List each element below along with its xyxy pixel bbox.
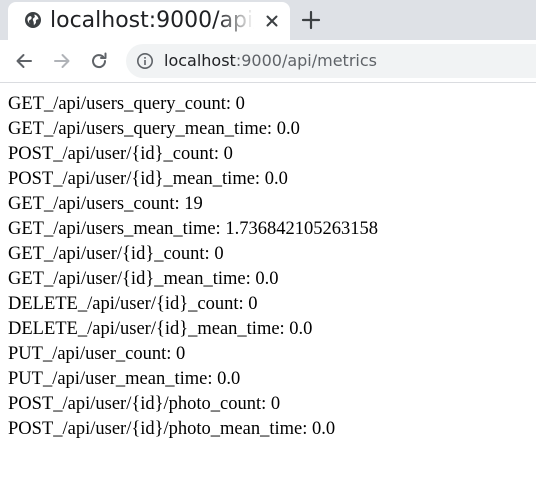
address-bar[interactable]: localhost:9000/api/metrics [126, 44, 536, 78]
metric-line: PUT_/api/user_mean_time: 0.0 [8, 369, 241, 389]
globe-icon [24, 11, 42, 29]
tab-strip: localhost:9000/api/metrics [0, 0, 536, 40]
metric-line: GET_/api/user/{id}_count: 0 [8, 244, 224, 264]
metric-line: GET_/api/users_mean_time: 1.736842105263… [8, 219, 378, 239]
plus-icon[interactable] [299, 8, 323, 32]
metric-line: POST_/api/user/{id}_count: 0 [8, 144, 233, 164]
arrow-right-icon[interactable] [50, 49, 74, 73]
info-icon[interactable] [136, 52, 154, 70]
browser-window: localhost:9000/api/metrics [0, 0, 536, 502]
tab-title: localhost:9000/api/metrics [50, 8, 254, 33]
tab-active[interactable]: localhost:9000/api/metrics [8, 2, 290, 40]
reload-icon[interactable] [87, 49, 111, 73]
metric-line: GET_/api/users_query_count: 0 [8, 94, 245, 114]
metric-line: DELETE_/api/user/{id}_count: 0 [8, 294, 258, 314]
close-icon[interactable] [262, 11, 282, 31]
toolbar: localhost:9000/api/metrics [0, 40, 536, 83]
metric-line: GET_/api/users_query_mean_time: 0.0 [8, 119, 300, 139]
metric-line: GET_/api/users_count: 19 [8, 194, 203, 214]
metric-line: DELETE_/api/user/{id}_mean_time: 0.0 [8, 319, 313, 339]
metric-line: POST_/api/user/{id}/photo_mean_time: 0.0 [8, 419, 336, 439]
url-path: :9000/api/metrics [235, 51, 377, 70]
arrow-left-icon[interactable] [12, 49, 36, 73]
url-host: localhost [164, 51, 236, 70]
metric-line: POST_/api/user/{id}_mean_time: 0.0 [8, 169, 288, 189]
metrics-content: GET_/api/users_query_count: 0 GET_/api/u… [8, 92, 528, 442]
url-text[interactable]: localhost:9000/api/metrics [164, 44, 377, 78]
metric-line: GET_/api/user/{id}_mean_time: 0.0 [8, 269, 279, 289]
metric-line: POST_/api/user/{id}/photo_count: 0 [8, 394, 281, 414]
metric-line: PUT_/api/user_count: 0 [8, 344, 186, 364]
